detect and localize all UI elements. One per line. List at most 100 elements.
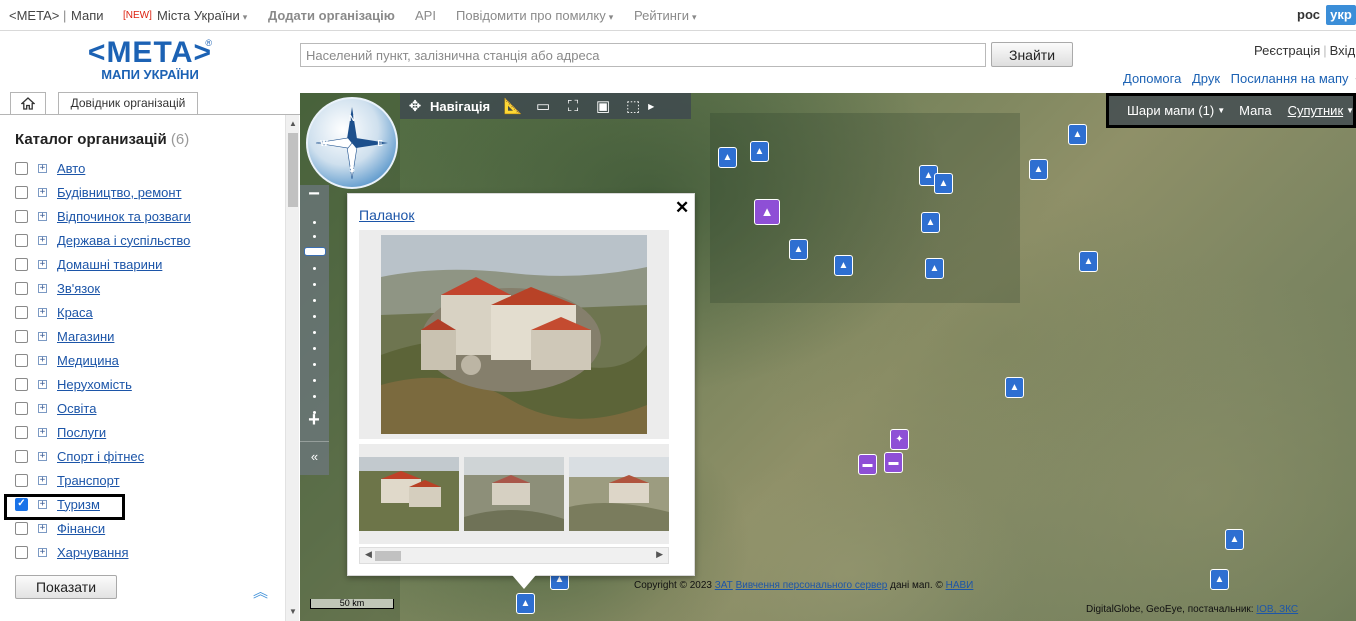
category-label[interactable]: Відпочинок та розваги [57,209,191,224]
tourism-marker-icon[interactable]: ▲ [934,173,953,194]
category-item[interactable]: + Краса [15,302,93,322]
zoom-step[interactable] [313,235,316,238]
ruler-icon[interactable]: 📐 [500,96,526,116]
category-label[interactable]: Будівництво, ремонт [57,185,182,200]
find-button[interactable]: Знайти [991,42,1073,67]
register-link[interactable]: Реєстрація [1254,43,1320,58]
tourism-marker-icon[interactable]: ▲ [750,141,769,162]
meta-link[interactable]: <META> [9,8,59,23]
hotel-marker-icon[interactable]: ▬ [884,452,903,473]
satellite-mode-button[interactable]: Супутник [1288,103,1344,118]
category-item[interactable]: + Медицина [15,350,119,370]
zoom-handle[interactable] [304,247,326,256]
logo[interactable]: <МЕТА> ® МАПИ УКРАЇНИ [86,38,214,88]
category-checkbox[interactable] [15,209,28,223]
category-item[interactable]: + Освіта [15,398,96,418]
tourism-marker-icon[interactable]: ▲ [1225,529,1244,550]
attraction-marker-icon[interactable]: ✦ [890,429,909,450]
scroll-left-icon[interactable]: ◀ [365,549,372,560]
category-label[interactable]: Зв'язок [57,281,100,296]
zoom-out-button[interactable]: − [304,183,324,206]
lang-ukr-button[interactable]: укр [1326,5,1356,25]
category-label[interactable]: Спорт і фітнес [57,449,144,464]
expand-icon[interactable]: + [38,307,47,317]
copyright-link[interactable]: НАВИ [946,580,974,591]
expand-icon[interactable]: + [38,259,47,269]
category-checkbox[interactable] [15,329,28,343]
zoom-step[interactable] [313,267,316,270]
expand-icon[interactable]: + [38,427,47,437]
expand-icon[interactable]: + [38,355,47,365]
zoom-step[interactable] [313,363,316,366]
category-item[interactable]: + Магазини [15,326,114,346]
zoom-step[interactable] [313,395,316,398]
category-label[interactable]: Нерухомість [57,377,132,392]
category-label[interactable]: Освіта [57,401,96,416]
category-item[interactable]: + Домашні тварини [15,254,162,274]
zoom-step[interactable] [313,347,316,350]
copyright-link[interactable]: ЗАТ [715,580,733,591]
category-label[interactable]: Авто [57,161,85,176]
add-organization-link[interactable]: Додати організацію [268,8,395,23]
thumbnail-3[interactable] [569,457,669,531]
thumbnail-2[interactable] [464,457,564,531]
category-item[interactable]: + Харчування [15,542,129,562]
compass-icon[interactable]: N S W E [306,97,398,189]
category-checkbox[interactable] [15,473,28,487]
scroll-up-icon[interactable]: ▲ [289,119,297,128]
category-checkbox[interactable] [15,545,28,559]
category-item[interactable]: + Зв'язок [15,278,100,298]
tourism-marker-icon[interactable]: ▲ [925,258,944,279]
tab-directory[interactable]: Довідник організацій [58,92,198,114]
sidebar-scrollbar[interactable]: ▲ ▼ [285,115,299,621]
popup-title[interactable]: Паланок [359,207,414,223]
category-label[interactable]: Послуги [57,425,106,440]
expand-icon[interactable]: + [38,547,47,557]
search-input[interactable] [300,43,986,67]
zoom-step[interactable] [313,331,316,334]
category-item[interactable]: + Спорт і фітнес [15,446,144,466]
login-link[interactable]: Вхід [1330,43,1356,58]
copyright-link[interactable]: ІОВ, ЗКС [1256,604,1298,615]
tourism-marker-icon[interactable]: ▲ [718,147,737,168]
collapse-icon[interactable]: « [300,441,329,471]
category-checkbox[interactable] [15,281,28,295]
category-checkbox[interactable] [15,233,28,247]
category-item[interactable]: + Нерухомість [15,374,132,394]
category-checkbox[interactable] [15,449,28,463]
zoom-step[interactable] [313,221,316,224]
category-checkbox[interactable] [15,257,28,271]
maps-link[interactable]: Мапи [71,8,104,23]
print-area-icon[interactable]: ▣ [590,96,616,116]
category-checkbox[interactable] [15,425,28,439]
category-label[interactable]: Магазини [57,329,114,344]
tourism-marker-icon[interactable]: ▲ [789,239,808,260]
cities-menu[interactable]: Міста України ▾ [157,8,247,23]
tourism-marker-icon[interactable]: ▲ [1210,569,1229,590]
thumbnail-scrollbar[interactable]: ◀ ▶ [359,547,669,564]
category-checkbox[interactable] [15,161,28,175]
tourism-marker-icon[interactable]: ▲ [921,212,940,233]
expand-icon[interactable]: + [38,379,47,389]
category-label[interactable]: Фінанси [57,521,105,536]
close-icon[interactable]: ✕ [675,198,689,218]
map-mode-button[interactable]: Мапа [1239,103,1271,118]
scroll-right-icon[interactable]: ▶ [656,549,663,560]
select-area-icon[interactable]: ⬚ [620,96,646,116]
category-item[interactable]: + Транспорт [15,470,120,490]
expand-icon[interactable]: + [38,163,47,173]
expand-icon[interactable]: + [38,451,47,461]
category-checkbox[interactable] [15,353,28,367]
expand-icon[interactable]: + [38,211,47,221]
category-item[interactable]: + Послуги [15,422,106,442]
tourism-marker-icon[interactable]: ▲ [1005,377,1024,398]
zoom-in-button[interactable]: + [304,409,324,432]
expand-icon[interactable]: + [38,187,47,197]
category-checkbox[interactable] [15,401,28,415]
category-label[interactable]: Держава і суспільство [57,233,190,248]
zoom-step[interactable] [313,283,316,286]
lang-ros-link[interactable]: рос [1297,7,1320,22]
zoom-step[interactable] [313,379,316,382]
category-checkbox[interactable] [15,305,28,319]
ratings-menu[interactable]: Рейтинги ▾ [634,8,697,23]
